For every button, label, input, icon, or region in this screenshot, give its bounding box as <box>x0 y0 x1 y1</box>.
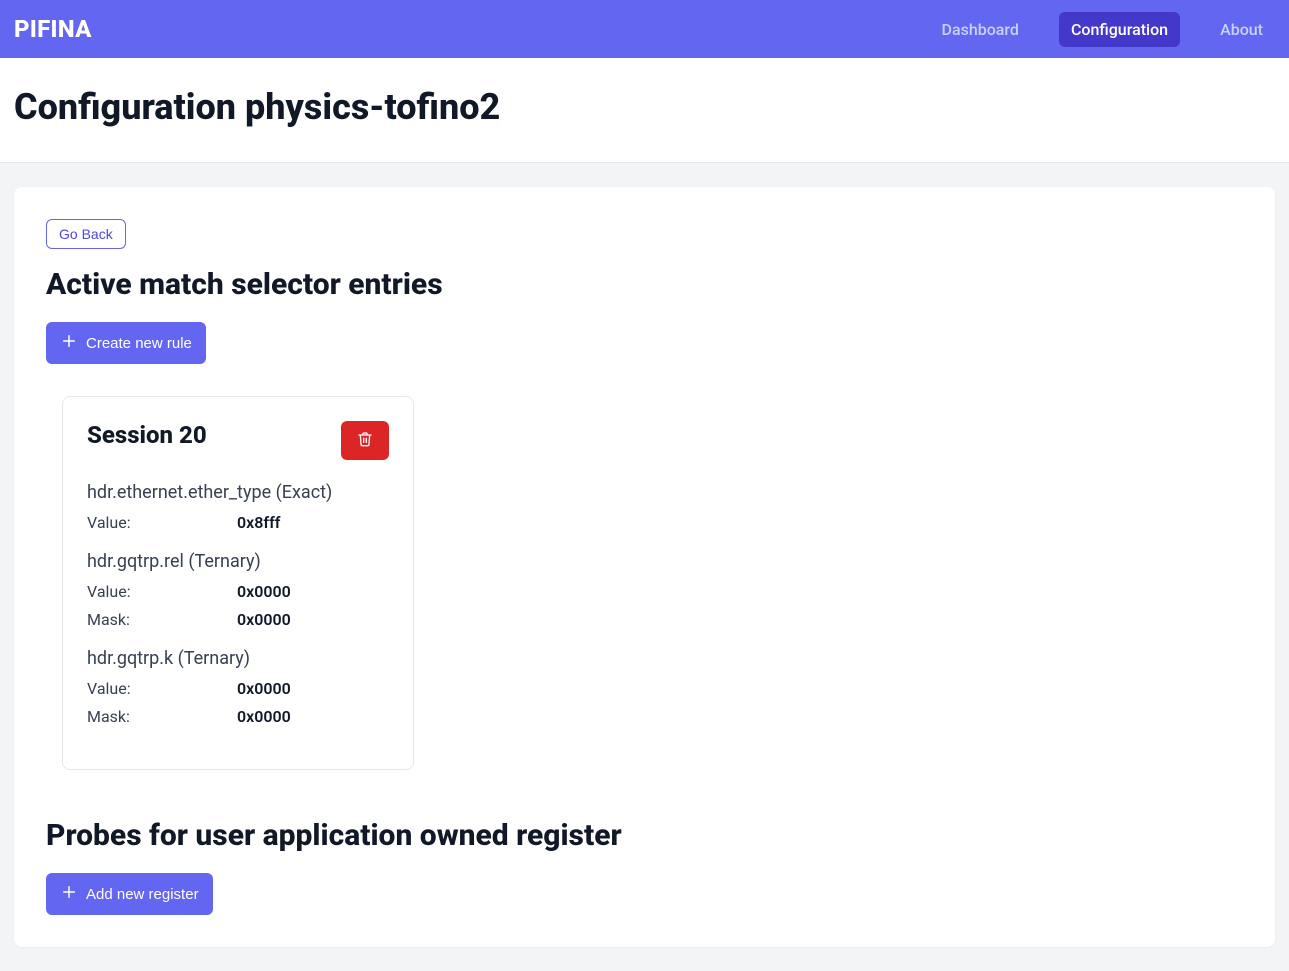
go-back-button[interactable]: Go Back <box>46 219 126 249</box>
session-card-header: Session 20 <box>87 421 389 460</box>
field-group: hdr.ethernet.ether_type (Exact) Value:0x8… <box>87 482 389 537</box>
field-label: Value: <box>87 675 237 703</box>
field-value: 0x8fff <box>237 509 280 537</box>
field-value: 0x0000 <box>237 578 291 606</box>
add-new-register-label: Add new register <box>86 886 199 903</box>
nav-links: Dashboard Configuration About <box>930 12 1275 47</box>
brand-logo[interactable]: PIFINA <box>14 15 92 43</box>
create-new-rule-label: Create new rule <box>86 335 192 352</box>
section-active-match-title: Active match selector entries <box>46 267 1243 302</box>
nav-about[interactable]: About <box>1208 12 1275 47</box>
field-row: Value:0x0000 <box>87 675 389 703</box>
field-value: 0x0000 <box>237 703 291 731</box>
field-name: hdr.gqtrp.rel (Ternary) <box>87 551 389 572</box>
field-row: Value:0x0000 <box>87 578 389 606</box>
section-probes-title: Probes for user application owned regist… <box>46 818 1243 853</box>
page-title: Configuration physics-tofino2 <box>14 86 1275 128</box>
field-value: 0x0000 <box>237 675 291 703</box>
create-new-rule-button[interactable]: Create new rule <box>46 322 206 364</box>
plus-icon <box>60 883 78 905</box>
add-new-register-button[interactable]: Add new register <box>46 873 213 915</box>
session-fields: hdr.ethernet.ether_type (Exact)Value:0x8… <box>87 482 389 731</box>
field-label: Value: <box>87 509 237 537</box>
nav-dashboard[interactable]: Dashboard <box>930 12 1031 47</box>
nav-configuration[interactable]: Configuration <box>1059 12 1180 47</box>
page-header: Configuration physics-tofino2 <box>0 58 1289 163</box>
field-group: hdr.gqtrp.rel (Ternary) Value:0x0000Mask:… <box>87 551 389 634</box>
field-name: hdr.ethernet.ether_type (Exact) <box>87 482 389 503</box>
session-title: Session 20 <box>87 421 207 449</box>
field-name: hdr.gqtrp.k (Ternary) <box>87 648 389 669</box>
field-row: Mask:0x0000 <box>87 703 389 731</box>
field-group: hdr.gqtrp.k (Ternary) Value:0x0000Mask:0x… <box>87 648 389 731</box>
plus-icon <box>60 332 78 354</box>
session-card: Session 20 hdr.ethernet.ether_type (Exac… <box>62 396 414 770</box>
navbar: PIFINA Dashboard Configuration About <box>0 0 1289 58</box>
field-row: Value:0x8fff <box>87 509 389 537</box>
trash-icon <box>357 431 373 450</box>
field-label: Mask: <box>87 606 237 634</box>
field-label: Mask: <box>87 703 237 731</box>
main-card: Go Back Active match selector entries Cr… <box>14 187 1275 947</box>
delete-session-button[interactable] <box>341 421 389 460</box>
field-row: Mask:0x0000 <box>87 606 389 634</box>
content-wrap: Go Back Active match selector entries Cr… <box>0 163 1289 971</box>
field-value: 0x0000 <box>237 606 291 634</box>
field-label: Value: <box>87 578 237 606</box>
